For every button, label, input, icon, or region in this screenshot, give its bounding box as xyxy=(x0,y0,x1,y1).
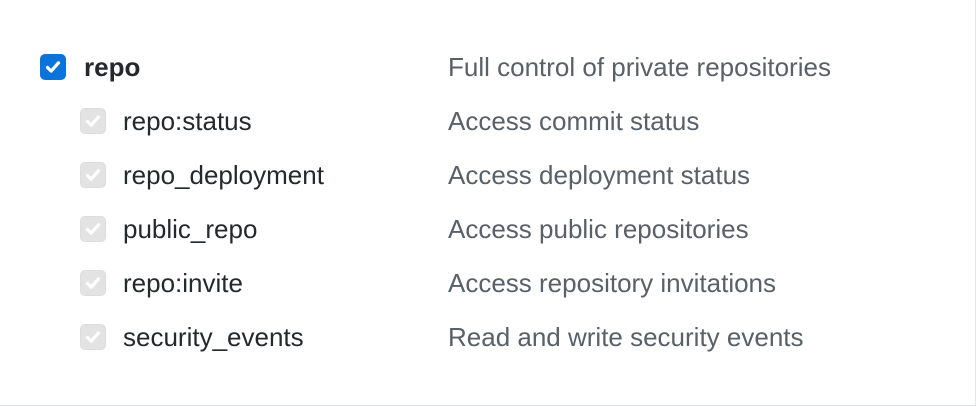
check-icon xyxy=(85,277,101,289)
scope-row-repo-status: repo:status xyxy=(80,101,252,141)
check-icon xyxy=(85,331,101,343)
scope-description-repo-status: Access commit status xyxy=(448,106,700,136)
check-icon xyxy=(85,169,101,181)
scope-name-repo-invite: repo:invite xyxy=(123,268,243,298)
scope-name-repo-deployment: repo_deployment xyxy=(123,160,324,190)
check-icon xyxy=(85,223,101,235)
scope-row-repo: repo xyxy=(40,47,140,87)
scope-description-repo: Full control of private repositories xyxy=(448,52,831,82)
repo-invite-checkbox[interactable] xyxy=(80,270,106,296)
repo-status-checkbox[interactable] xyxy=(80,108,106,134)
repo-checkbox[interactable] xyxy=(40,54,66,80)
security-events-checkbox[interactable] xyxy=(80,324,106,350)
scope-description-repo-invite: Access repository invitations xyxy=(448,268,777,298)
scope-row-repo-invite: repo:invite xyxy=(80,263,243,303)
check-icon xyxy=(45,61,61,73)
scope-row-repo-deployment: repo_deployment xyxy=(80,155,324,195)
scope-name-security-events: security_events xyxy=(123,322,304,352)
scope-name-repo: repo xyxy=(84,52,141,82)
scope-description-repo-deployment: Access deployment status xyxy=(448,160,751,190)
public-repo-checkbox[interactable] xyxy=(80,216,106,242)
scope-row-public-repo: public_repo xyxy=(80,209,257,249)
scope-row-security-events: security_events xyxy=(80,317,304,357)
scope-description-security-events: Read and write security events xyxy=(448,322,804,352)
token-scope-panel: repo Full control of private repositorie… xyxy=(0,0,976,406)
scope-description-public-repo: Access public repositories xyxy=(448,214,749,244)
scope-name-repo-status: repo:status xyxy=(123,106,252,136)
scope-name-public-repo: public_repo xyxy=(123,214,258,244)
repo-deployment-checkbox[interactable] xyxy=(80,162,106,188)
check-icon xyxy=(85,115,101,127)
